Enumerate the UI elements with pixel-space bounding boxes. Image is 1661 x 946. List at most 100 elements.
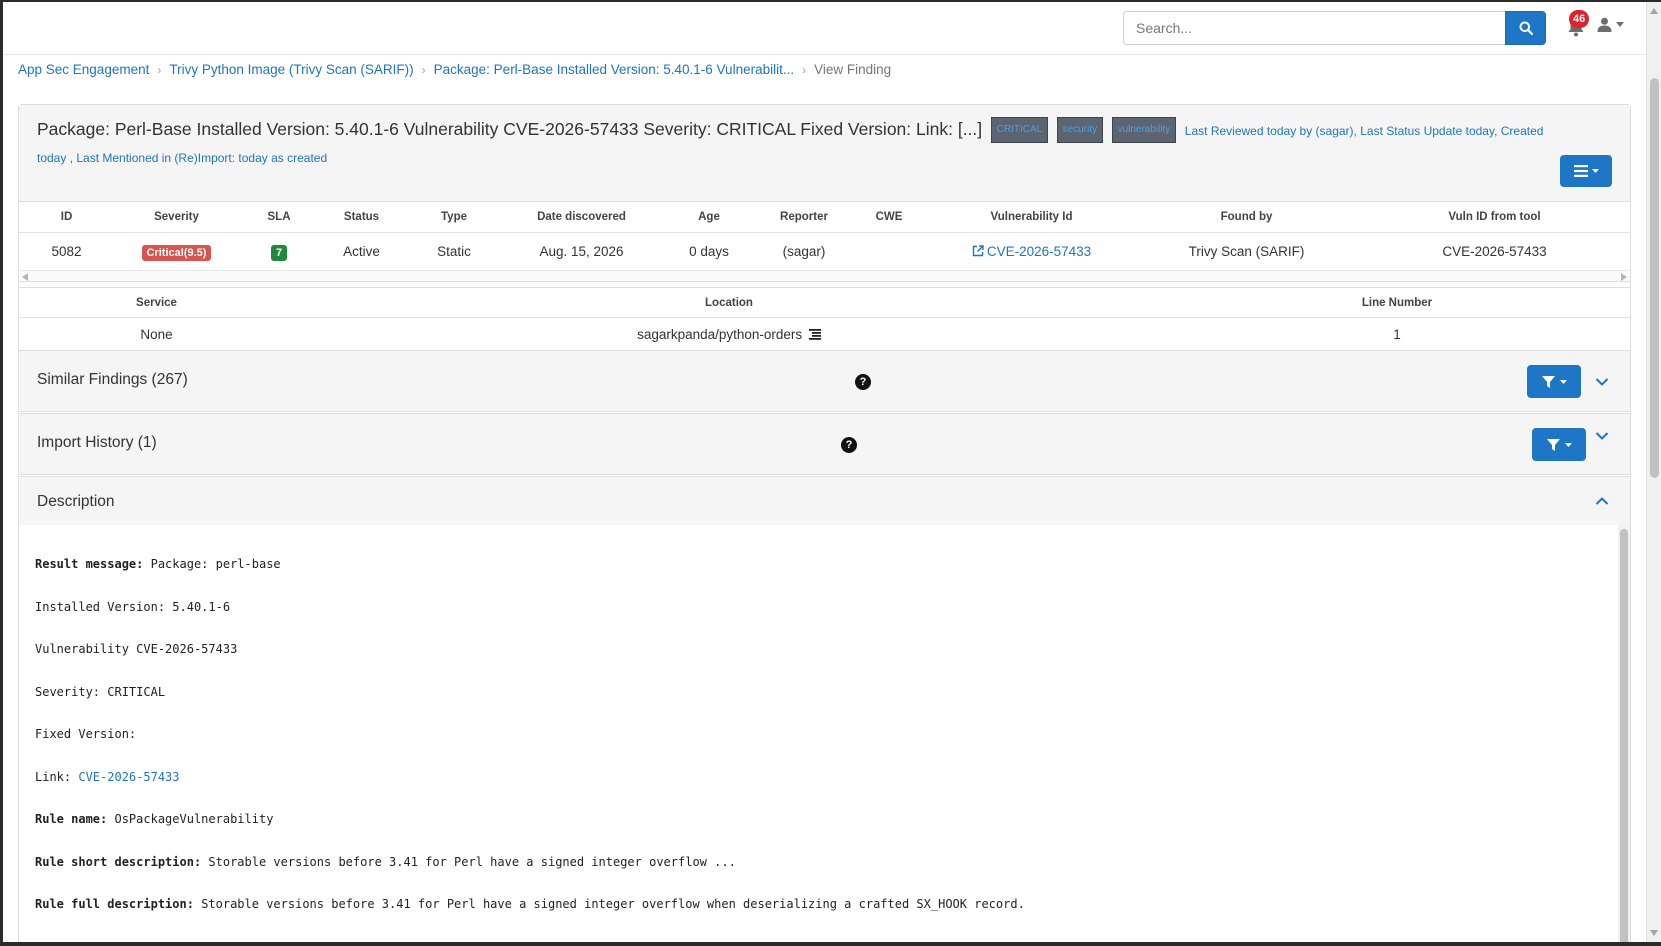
search-icon bbox=[1519, 21, 1533, 35]
page-scrollbar[interactable] bbox=[1646, 2, 1661, 942]
vulnerability-id-text: CVE-2026-57433 bbox=[986, 243, 1092, 259]
list-icon[interactable] bbox=[808, 329, 821, 341]
finding-meta-line2: today , Last Mentioned in (Re)Import: to… bbox=[37, 151, 328, 165]
desc-label: Link: bbox=[35, 770, 72, 784]
top-navbar: 46 bbox=[3, 2, 1646, 55]
table-row: 5082 Critical(9.5) 7 Active Static Aug. … bbox=[19, 232, 1630, 270]
table-header-row: ID Severity SLA Status Type Date discove… bbox=[19, 202, 1630, 233]
vuln-id-from-tool-cell: CVE-2026-57433 bbox=[1442, 243, 1547, 259]
finding-actions-menu-button[interactable] bbox=[1560, 155, 1612, 187]
finding-header: Package: Perl-Base Installed Version: 5.… bbox=[19, 105, 1630, 202]
age-cell: 0 days bbox=[689, 243, 729, 259]
description-line: Result message: Package: perl-base bbox=[35, 557, 281, 571]
description-body: Result message: Package: perl-base Insta… bbox=[18, 525, 1631, 942]
filter-icon bbox=[1546, 438, 1560, 451]
breadcrumb-separator: › bbox=[157, 62, 162, 77]
scroll-left-arrow[interactable] bbox=[22, 273, 28, 281]
search-button[interactable] bbox=[1505, 11, 1546, 45]
finding-details-table: ID Severity SLA Status Type Date discove… bbox=[19, 202, 1630, 270]
breadcrumb-finding[interactable]: Package: Perl-Base Installed Version: 5.… bbox=[434, 62, 794, 77]
scroll-right-arrow[interactable] bbox=[1621, 273, 1627, 281]
date-discovered-cell: Aug. 15, 2026 bbox=[539, 243, 624, 259]
similar-findings-section[interactable]: Similar Findings (267) ? bbox=[18, 350, 1631, 412]
table-row: None sagarkpanda/python-orders 1 bbox=[19, 318, 1630, 352]
column-header: Date discovered bbox=[504, 202, 659, 233]
user-menu-dropdown[interactable] bbox=[1597, 17, 1624, 32]
scroll-down-arrow[interactable] bbox=[1650, 930, 1658, 936]
breadcrumb-separator: › bbox=[802, 62, 807, 77]
finding-tag[interactable]: CRITICAL bbox=[990, 117, 1049, 143]
type-cell: Static bbox=[437, 243, 471, 259]
scrollbar-thumb[interactable] bbox=[1620, 529, 1628, 942]
help-icon[interactable]: ? bbox=[855, 374, 871, 390]
desc-value: OsPackageVulnerability bbox=[114, 812, 274, 826]
description-line: Rule name: OsPackageVulnerability bbox=[35, 812, 273, 826]
cve-link[interactable]: CVE-2026-57433 bbox=[78, 770, 179, 784]
horizontal-scrollbar[interactable] bbox=[19, 270, 1630, 282]
desc-value: Package: perl-base bbox=[150, 557, 281, 571]
description-scrollbar[interactable] bbox=[1618, 525, 1630, 942]
finding-panel: Package: Perl-Base Installed Version: 5.… bbox=[18, 104, 1631, 353]
column-header: ID bbox=[19, 202, 114, 233]
finding-id: 5082 bbox=[51, 243, 82, 259]
chevron-down-icon[interactable] bbox=[1595, 431, 1609, 441]
similar-findings-filter-button[interactable] bbox=[1527, 365, 1581, 398]
column-header: Status bbox=[319, 202, 404, 233]
column-header: Service bbox=[19, 287, 294, 318]
description-line: Fixed Version: bbox=[35, 727, 137, 741]
vulnerability-id-cell: CVE-2026-57433 bbox=[929, 232, 1134, 270]
column-header: Severity bbox=[114, 202, 239, 233]
reporter-cell: (sagar) bbox=[782, 243, 826, 259]
sla-cell: 7 bbox=[239, 232, 319, 270]
severity-cell: Critical(9.5) bbox=[114, 232, 239, 270]
desc-label: Rule name: bbox=[35, 812, 108, 826]
desc-value: Storable versions before 3.41 for Perl h… bbox=[201, 897, 1025, 911]
location-cell: sagarkpanda/python-orders bbox=[294, 318, 1164, 352]
description-line: Vulnerability CVE-2026-57433 bbox=[35, 642, 238, 656]
notification-count-badge: 46 bbox=[1569, 10, 1590, 28]
description-line: Installed Version: 5.40.1-6 bbox=[35, 600, 231, 614]
description-section-header[interactable]: Description bbox=[18, 476, 1631, 526]
caret-down-icon bbox=[1559, 379, 1567, 384]
column-header: Found by bbox=[1134, 202, 1359, 233]
column-header: Reporter bbox=[759, 202, 849, 233]
chevron-down-icon[interactable] bbox=[1595, 377, 1609, 387]
line-number-cell: 1 bbox=[1393, 327, 1401, 343]
column-header: CWE bbox=[849, 202, 929, 233]
column-header: Vuln ID from tool bbox=[1359, 202, 1630, 233]
sla-badge: 7 bbox=[270, 244, 288, 261]
scrollbar-thumb[interactable] bbox=[1650, 78, 1659, 478]
chevron-up-icon[interactable] bbox=[1595, 496, 1609, 506]
location-table: Service Location Line Number None sagark… bbox=[19, 287, 1630, 352]
search-input[interactable] bbox=[1123, 11, 1505, 45]
status-cell: Active bbox=[343, 243, 380, 259]
column-header: Age bbox=[659, 202, 759, 233]
import-history-section[interactable]: Import History (1) ? bbox=[18, 413, 1631, 475]
caret-down-icon bbox=[1564, 442, 1572, 447]
cwe-cell bbox=[849, 232, 929, 270]
location-text: sagarkpanda/python-orders bbox=[637, 327, 803, 343]
column-header: Vulnerability Id bbox=[929, 202, 1134, 233]
help-icon[interactable]: ? bbox=[841, 437, 857, 453]
description-line: Rule full description: Storable versions… bbox=[35, 897, 1025, 911]
caret-down-icon bbox=[1591, 169, 1599, 173]
finding-tag[interactable]: security bbox=[1056, 117, 1104, 143]
desc-value: Storable versions before 3.41 for Perl h… bbox=[208, 855, 736, 869]
external-link-icon bbox=[972, 245, 984, 256]
import-history-filter-button[interactable] bbox=[1532, 428, 1586, 461]
vulnerability-id-link[interactable]: CVE-2026-57433 bbox=[972, 244, 1091, 259]
search-group bbox=[1123, 11, 1546, 45]
table-header-row: Service Location Line Number bbox=[19, 287, 1630, 318]
caret-down-icon bbox=[1616, 22, 1624, 27]
scroll-up-arrow[interactable] bbox=[1650, 8, 1658, 14]
finding-tag[interactable]: vulnerability bbox=[1111, 117, 1177, 143]
desc-label: Rule short description: bbox=[35, 855, 202, 869]
breadcrumb-engagement[interactable]: App Sec Engagement bbox=[18, 62, 149, 77]
breadcrumb-test[interactable]: Trivy Python Image (Trivy Scan (SARIF)) bbox=[169, 62, 413, 77]
page-viewport: 46 App Sec Engagement › Trivy Python Ima… bbox=[3, 2, 1646, 942]
finding-meta-line1: Last Reviewed today by (sagar), Last Sta… bbox=[1184, 124, 1544, 138]
filter-icon bbox=[1541, 375, 1555, 388]
breadcrumb: App Sec Engagement › Trivy Python Image … bbox=[18, 62, 891, 77]
desc-label: Rule full description: bbox=[35, 897, 194, 911]
found-by-cell: Trivy Scan (SARIF) bbox=[1188, 243, 1305, 259]
